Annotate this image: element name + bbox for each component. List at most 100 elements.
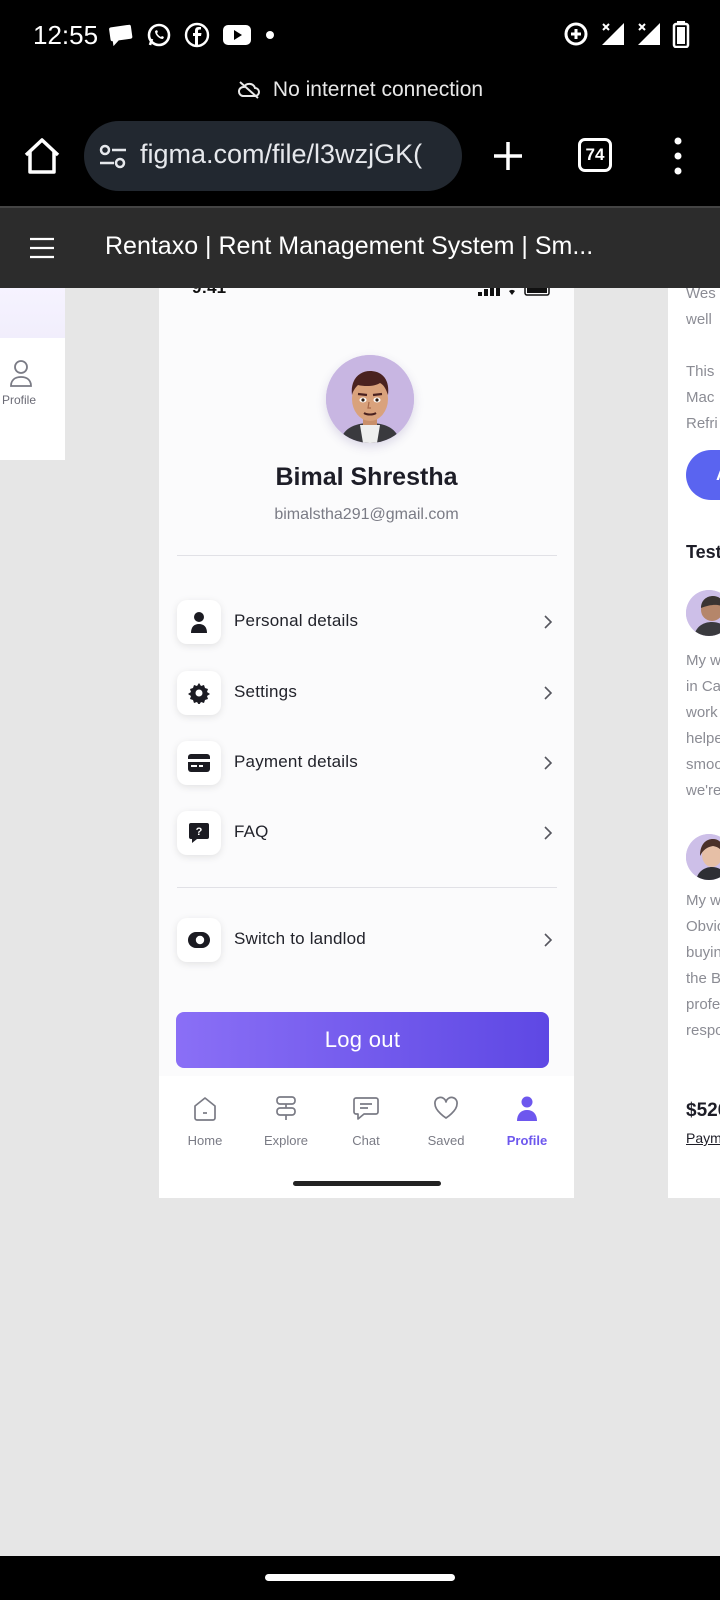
tab-chat[interactable]: Chat <box>326 1094 406 1148</box>
review-text: respo <box>686 1022 720 1039</box>
reviewer-avatar <box>686 590 720 636</box>
review-text: we're <box>686 782 720 799</box>
more-menu-icon[interactable] <box>668 135 688 177</box>
network-banner: No internet connection <box>0 72 720 108</box>
notification-icons <box>108 22 276 48</box>
profile-screen-frame: 9:41 Bimal Shrestha bimalstha291@gmai <box>159 288 574 1198</box>
tab-home[interactable]: Home <box>165 1094 245 1148</box>
chevron-right-icon <box>544 933 553 947</box>
signpost-icon <box>276 1096 296 1120</box>
home-icon[interactable] <box>20 134 64 178</box>
new-tab-icon[interactable] <box>488 136 528 176</box>
logout-button[interactable]: Log out <box>176 1012 549 1068</box>
cloud-off-icon <box>237 81 260 99</box>
left-frame-tab-label: Profile <box>2 393 37 407</box>
tab-label: Saved <box>427 1133 465 1148</box>
review-text: My w <box>686 892 720 909</box>
menu-item-label: Payment details <box>234 752 358 771</box>
right-text: Wes <box>686 288 716 302</box>
status-bar: 12:55 <box>0 0 720 72</box>
heart-icon <box>434 1096 458 1119</box>
menu-item-switch-to-landlord[interactable]: Switch to landlod <box>177 918 557 970</box>
chat-bubble-icon <box>109 24 133 47</box>
right-frame: Wes well This Mac Refri A Test My w in C… <box>668 288 720 1198</box>
system-icons <box>562 20 690 48</box>
status-time: 12:55 <box>33 20 99 50</box>
dot-icon <box>266 31 274 39</box>
facebook-icon <box>184 22 210 48</box>
tab-label: Profile <box>506 1133 548 1148</box>
review-text: profe <box>686 996 720 1013</box>
wifi-icon <box>509 290 515 295</box>
data-saver-icon <box>564 22 588 46</box>
site-settings-icon[interactable] <box>98 142 128 172</box>
signal-icon <box>638 23 660 45</box>
right-text: Mac <box>686 389 715 406</box>
review-text: in Ca <box>686 678 720 695</box>
cellular-icon <box>478 288 500 296</box>
person-icon <box>517 1096 537 1121</box>
address-bar[interactable]: figma.com/file/l3wzjGK( <box>84 121 462 191</box>
divider <box>177 887 557 888</box>
phone-battery-icon <box>524 288 550 296</box>
menu-item-label: FAQ <box>234 822 269 841</box>
testimonials-heading: Test <box>686 542 720 562</box>
right-text: Refri <box>686 415 718 432</box>
review-text: My w <box>686 652 720 669</box>
menu-item-label: Settings <box>234 682 298 701</box>
battery-icon <box>672 21 690 48</box>
youtube-icon <box>223 25 251 45</box>
figma-header: Rentaxo | Rent Management System | Sm... <box>0 206 720 288</box>
price: $526 <box>686 1100 720 1121</box>
user-avatar-illustration <box>326 355 414 443</box>
menu-item-settings[interactable]: Settings <box>177 671 557 723</box>
toggle-icon <box>188 932 210 948</box>
review-text: helpe <box>686 730 720 747</box>
payment-link: Paym <box>686 1130 720 1146</box>
tab-explore[interactable]: Explore <box>246 1094 326 1148</box>
design-canvas[interactable]: Profile 9:41 Bimal Shrestha <box>0 288 720 1556</box>
right-frame-button: A <box>686 450 720 500</box>
network-message: No internet connection <box>272 78 484 101</box>
review-text: smoo <box>686 756 720 773</box>
tab-profile[interactable]: Profile <box>487 1094 567 1148</box>
avatar[interactable] <box>326 355 414 443</box>
user-email: bimalstha291@gmail.com <box>274 506 459 523</box>
gear-icon <box>188 683 210 704</box>
user-name: Bimal Shrestha <box>275 463 458 491</box>
tab-label: Explore <box>263 1133 309 1148</box>
right-text: This <box>686 363 715 380</box>
reviewer-illustration <box>686 590 720 636</box>
bottom-tab-bar: Home Explore Chat Saved Profile <box>159 1076 574 1198</box>
signal-icon <box>602 23 624 45</box>
menu-item-faq[interactable]: ? FAQ <box>177 811 557 863</box>
menu-item-payment-details[interactable]: Payment details <box>177 741 557 793</box>
home-icon <box>194 1097 216 1121</box>
divider <box>177 555 557 556</box>
url-text: figma.com/file/l3wzjGK( <box>140 139 423 169</box>
browser-toolbar: figma.com/file/l3wzjGK( 74 <box>0 108 720 206</box>
hamburger-menu-icon[interactable] <box>28 234 56 262</box>
review-text: Obvic <box>686 918 720 935</box>
card-icon <box>188 754 210 772</box>
menu-item-label: Personal details <box>234 611 359 630</box>
tab-switcher-button[interactable]: 74 <box>578 138 612 172</box>
gesture-handle[interactable] <box>265 1574 455 1581</box>
review-text: work <box>686 704 718 721</box>
menu-item-personal-details[interactable]: Personal details <box>177 600 557 652</box>
tab-saved[interactable]: Saved <box>406 1094 486 1148</box>
chevron-right-icon <box>544 826 553 840</box>
phone-status-time: 9:41 <box>192 288 226 298</box>
tab-label: Home <box>187 1133 223 1148</box>
question-icon: ? <box>189 823 209 843</box>
chat-icon <box>353 1097 379 1120</box>
svg-text:?: ? <box>196 826 203 838</box>
reviewer-illustration <box>686 834 720 880</box>
reviewer-avatar <box>686 834 720 880</box>
phone-status-icons <box>478 288 552 296</box>
menu-item-label: Switch to landlod <box>234 929 366 948</box>
home-indicator <box>293 1181 441 1186</box>
right-text: well <box>686 311 712 328</box>
person-outline-icon <box>10 360 32 387</box>
chevron-right-icon <box>544 686 553 700</box>
